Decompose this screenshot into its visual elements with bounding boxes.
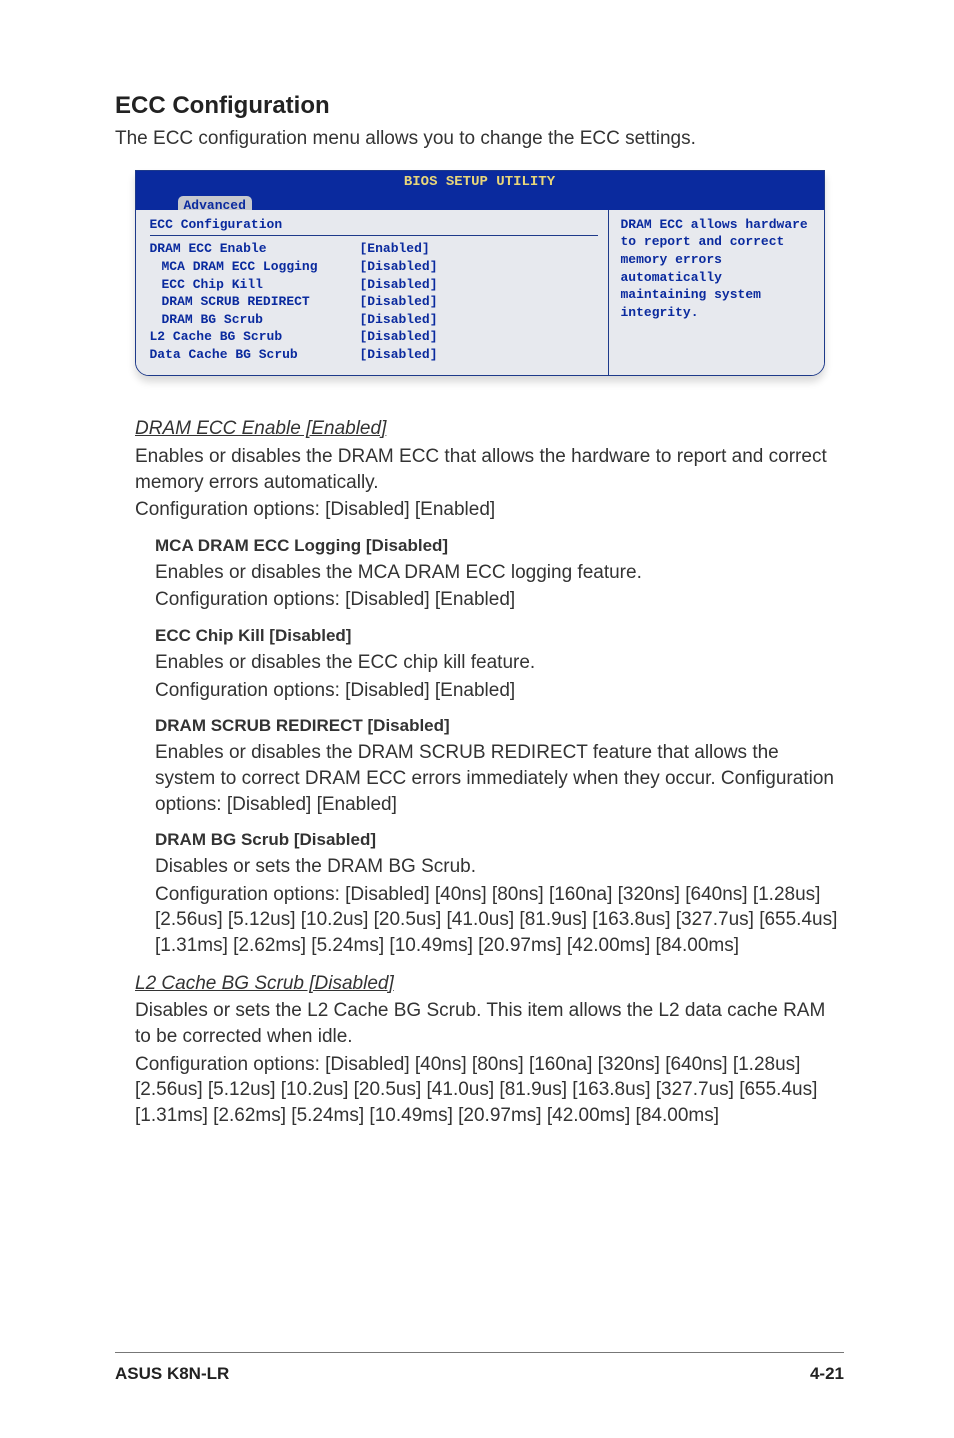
bios-option-row[interactable]: DRAM BG Scrub [Disabled] bbox=[150, 311, 598, 329]
bios-option-label: DRAM BG Scrub bbox=[150, 311, 360, 329]
body-text: Enables or disables the DRAM ECC that al… bbox=[135, 444, 844, 495]
bios-option-row[interactable]: DRAM SCRUB REDIRECT [Disabled] bbox=[150, 293, 598, 311]
section-heading: ECC Configuration bbox=[115, 90, 844, 122]
body-text: Enables or disables the ECC chip kill fe… bbox=[155, 650, 844, 676]
footer-right: 4-21 bbox=[810, 1363, 844, 1386]
body-text: Configuration options: [Disabled] [Enabl… bbox=[155, 587, 844, 613]
bios-group-title: ECC Configuration bbox=[150, 216, 598, 234]
bios-option-value: [Disabled] bbox=[360, 328, 438, 346]
subheading-chipkill: ECC Chip Kill [Disabled] bbox=[155, 625, 844, 648]
body-text: Configuration options: [Disabled] [40ns]… bbox=[135, 1052, 844, 1129]
bios-option-value: [Disabled] bbox=[360, 276, 438, 294]
subheading-bg-scrub: DRAM BG Scrub [Disabled] bbox=[155, 829, 844, 852]
bios-option-row[interactable]: ECC Chip Kill [Disabled] bbox=[150, 276, 598, 294]
subheading-scrub-redirect: DRAM SCRUB REDIRECT [Disabled] bbox=[155, 715, 844, 738]
footer-left: ASUS K8N-LR bbox=[115, 1363, 229, 1386]
bios-setup-panel: BIOS SETUP UTILITY Advanced ECC Configur… bbox=[135, 170, 825, 376]
body-text: Enables or disables the DRAM SCRUB REDIR… bbox=[155, 740, 844, 817]
bios-option-label: L2 Cache BG Scrub bbox=[150, 328, 360, 346]
page-footer: ASUS K8N-LR 4-21 bbox=[115, 1352, 844, 1386]
body-text: Configuration options: [Disabled] [40ns]… bbox=[155, 882, 844, 959]
bios-option-row[interactable]: L2 Cache BG Scrub [Disabled] bbox=[150, 328, 598, 346]
body-text: Disables or sets the DRAM BG Scrub. bbox=[155, 854, 844, 880]
bios-option-row[interactable]: DRAM ECC Enable [Enabled] bbox=[150, 240, 598, 258]
bios-option-row[interactable]: Data Cache BG Scrub [Disabled] bbox=[150, 346, 598, 364]
body-text: Enables or disables the MCA DRAM ECC log… bbox=[155, 560, 844, 586]
bios-title: BIOS SETUP UTILITY bbox=[136, 171, 824, 192]
bios-option-value: [Disabled] bbox=[360, 293, 438, 311]
bios-option-value: [Disabled] bbox=[360, 258, 438, 276]
intro-text: The ECC configuration menu allows you to… bbox=[115, 126, 844, 152]
bios-option-label: ECC Chip Kill bbox=[150, 276, 360, 294]
bios-option-label: DRAM ECC Enable bbox=[150, 240, 360, 258]
bios-left-pane: ECC Configuration DRAM ECC Enable [Enabl… bbox=[136, 210, 609, 375]
bios-help-pane: DRAM ECC allows hardware to report and c… bbox=[609, 210, 824, 375]
bios-option-value: [Disabled] bbox=[360, 346, 438, 364]
body-text: Configuration options: [Disabled] [Enabl… bbox=[155, 678, 844, 704]
bios-option-label: Data Cache BG Scrub bbox=[150, 346, 360, 364]
bios-option-row[interactable]: MCA DRAM ECC Logging [Disabled] bbox=[150, 258, 598, 276]
subheading-mca: MCA DRAM ECC Logging [Disabled] bbox=[155, 535, 844, 558]
bios-option-label: DRAM SCRUB REDIRECT bbox=[150, 293, 360, 311]
bios-divider bbox=[150, 235, 598, 236]
body-text: Configuration options: [Disabled] [Enabl… bbox=[135, 497, 844, 523]
subheading-dram-ecc: DRAM ECC Enable [Enabled] bbox=[135, 416, 844, 442]
bios-option-label: MCA DRAM ECC Logging bbox=[150, 258, 360, 276]
bios-option-value: [Enabled] bbox=[360, 240, 430, 258]
bios-option-value: [Disabled] bbox=[360, 311, 438, 329]
body-text: Disables or sets the L2 Cache BG Scrub. … bbox=[135, 998, 844, 1049]
bios-tab-bar: Advanced bbox=[136, 192, 824, 210]
subheading-l2-scrub: L2 Cache BG Scrub [Disabled] bbox=[135, 971, 844, 997]
